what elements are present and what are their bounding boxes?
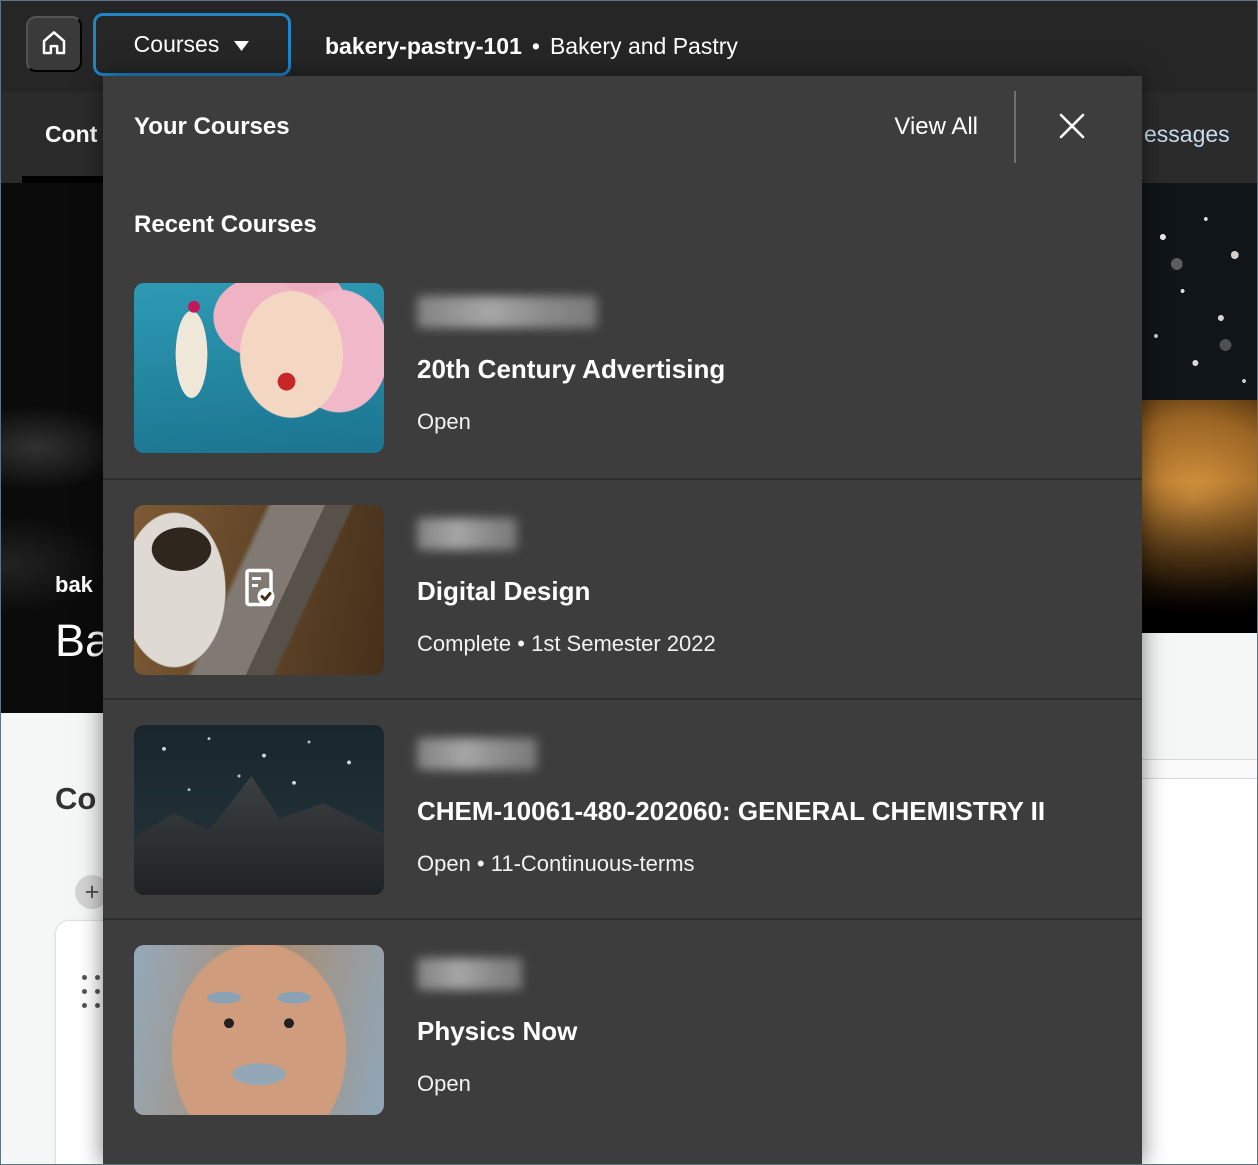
banner-course-title-partial: Ba	[55, 615, 110, 667]
course-info: 20th Century Advertising Open	[417, 283, 725, 478]
course-thumbnail-advertising	[134, 283, 384, 453]
breadcrumb-course-name: Bakery and Pastry	[550, 33, 738, 60]
course-status: Open	[417, 1071, 577, 1097]
course-row-physics-now[interactable]: Physics Now Open	[103, 918, 1142, 1138]
breadcrumb-course-id: bakery-pastry-101	[325, 33, 522, 60]
courses-menu-button[interactable]: Courses	[93, 13, 291, 76]
tab-messages-partial[interactable]: essages	[1144, 92, 1230, 176]
redacted-instructor-name	[417, 738, 537, 770]
content-card-right	[1142, 779, 1258, 1165]
content-card-edge	[1142, 759, 1258, 779]
course-thumbnail-einstein	[134, 945, 384, 1115]
course-row-digital-design[interactable]: Digital Design Complete • 1st Semester 2…	[103, 478, 1142, 698]
close-icon	[1054, 108, 1090, 147]
course-info: CHEM-10061-480-202060: GENERAL CHEMISTRY…	[417, 725, 1045, 918]
course-info: Digital Design Complete • 1st Semester 2…	[417, 505, 716, 698]
course-title: CHEM-10061-480-202060: GENERAL CHEMISTRY…	[417, 794, 1045, 828]
home-icon	[39, 28, 69, 61]
course-row-general-chemistry[interactable]: CHEM-10061-480-202060: GENERAL CHEMISTRY…	[103, 698, 1142, 918]
course-status: Open • 11-Continuous-terms	[417, 851, 1045, 877]
view-all-link[interactable]: View All	[894, 113, 978, 141]
course-title: Physics Now	[417, 1014, 577, 1048]
course-status: Complete • 1st Semester 2022	[417, 631, 716, 657]
course-title: 20th Century Advertising	[417, 352, 725, 386]
redacted-instructor-name	[417, 518, 517, 550]
course-thumbnail-coffee-notebook	[134, 505, 384, 675]
drag-handle-icon[interactable]	[82, 975, 100, 1008]
courses-dropdown-panel: Your Courses View All Recent Courses 20t…	[103, 76, 1142, 1165]
courses-button-label: Courses	[134, 31, 220, 58]
document-check-icon	[235, 564, 283, 617]
panel-title: Your Courses	[134, 113, 894, 141]
recent-courses-heading: Recent Courses	[134, 208, 1142, 242]
caret-down-icon	[233, 31, 250, 58]
tab-content-partial[interactable]: Cont	[45, 92, 97, 176]
course-status: Open	[417, 409, 725, 435]
course-info: Physics Now Open	[417, 945, 577, 1138]
panel-header: Your Courses View All	[103, 76, 1142, 178]
close-button[interactable]	[1052, 107, 1092, 147]
header-divider	[1014, 91, 1016, 163]
banner-pastry-image	[1142, 400, 1258, 633]
banner-course-id-partial: bak	[55, 572, 93, 598]
redacted-instructor-name	[417, 296, 597, 328]
course-banner-right	[1142, 183, 1258, 633]
course-row-20th-century-advertising[interactable]: 20th Century Advertising Open	[103, 258, 1142, 478]
page-background-strip	[1142, 633, 1258, 760]
redacted-instructor-name	[417, 958, 522, 990]
course-title: Digital Design	[417, 574, 716, 608]
active-tab-underline	[22, 176, 103, 183]
page-heading-partial: Co	[55, 781, 96, 817]
breadcrumb-separator: •	[532, 33, 540, 60]
home-button[interactable]	[26, 16, 82, 72]
course-thumbnail-night-mountain	[134, 725, 384, 895]
plus-icon: +	[85, 878, 100, 906]
